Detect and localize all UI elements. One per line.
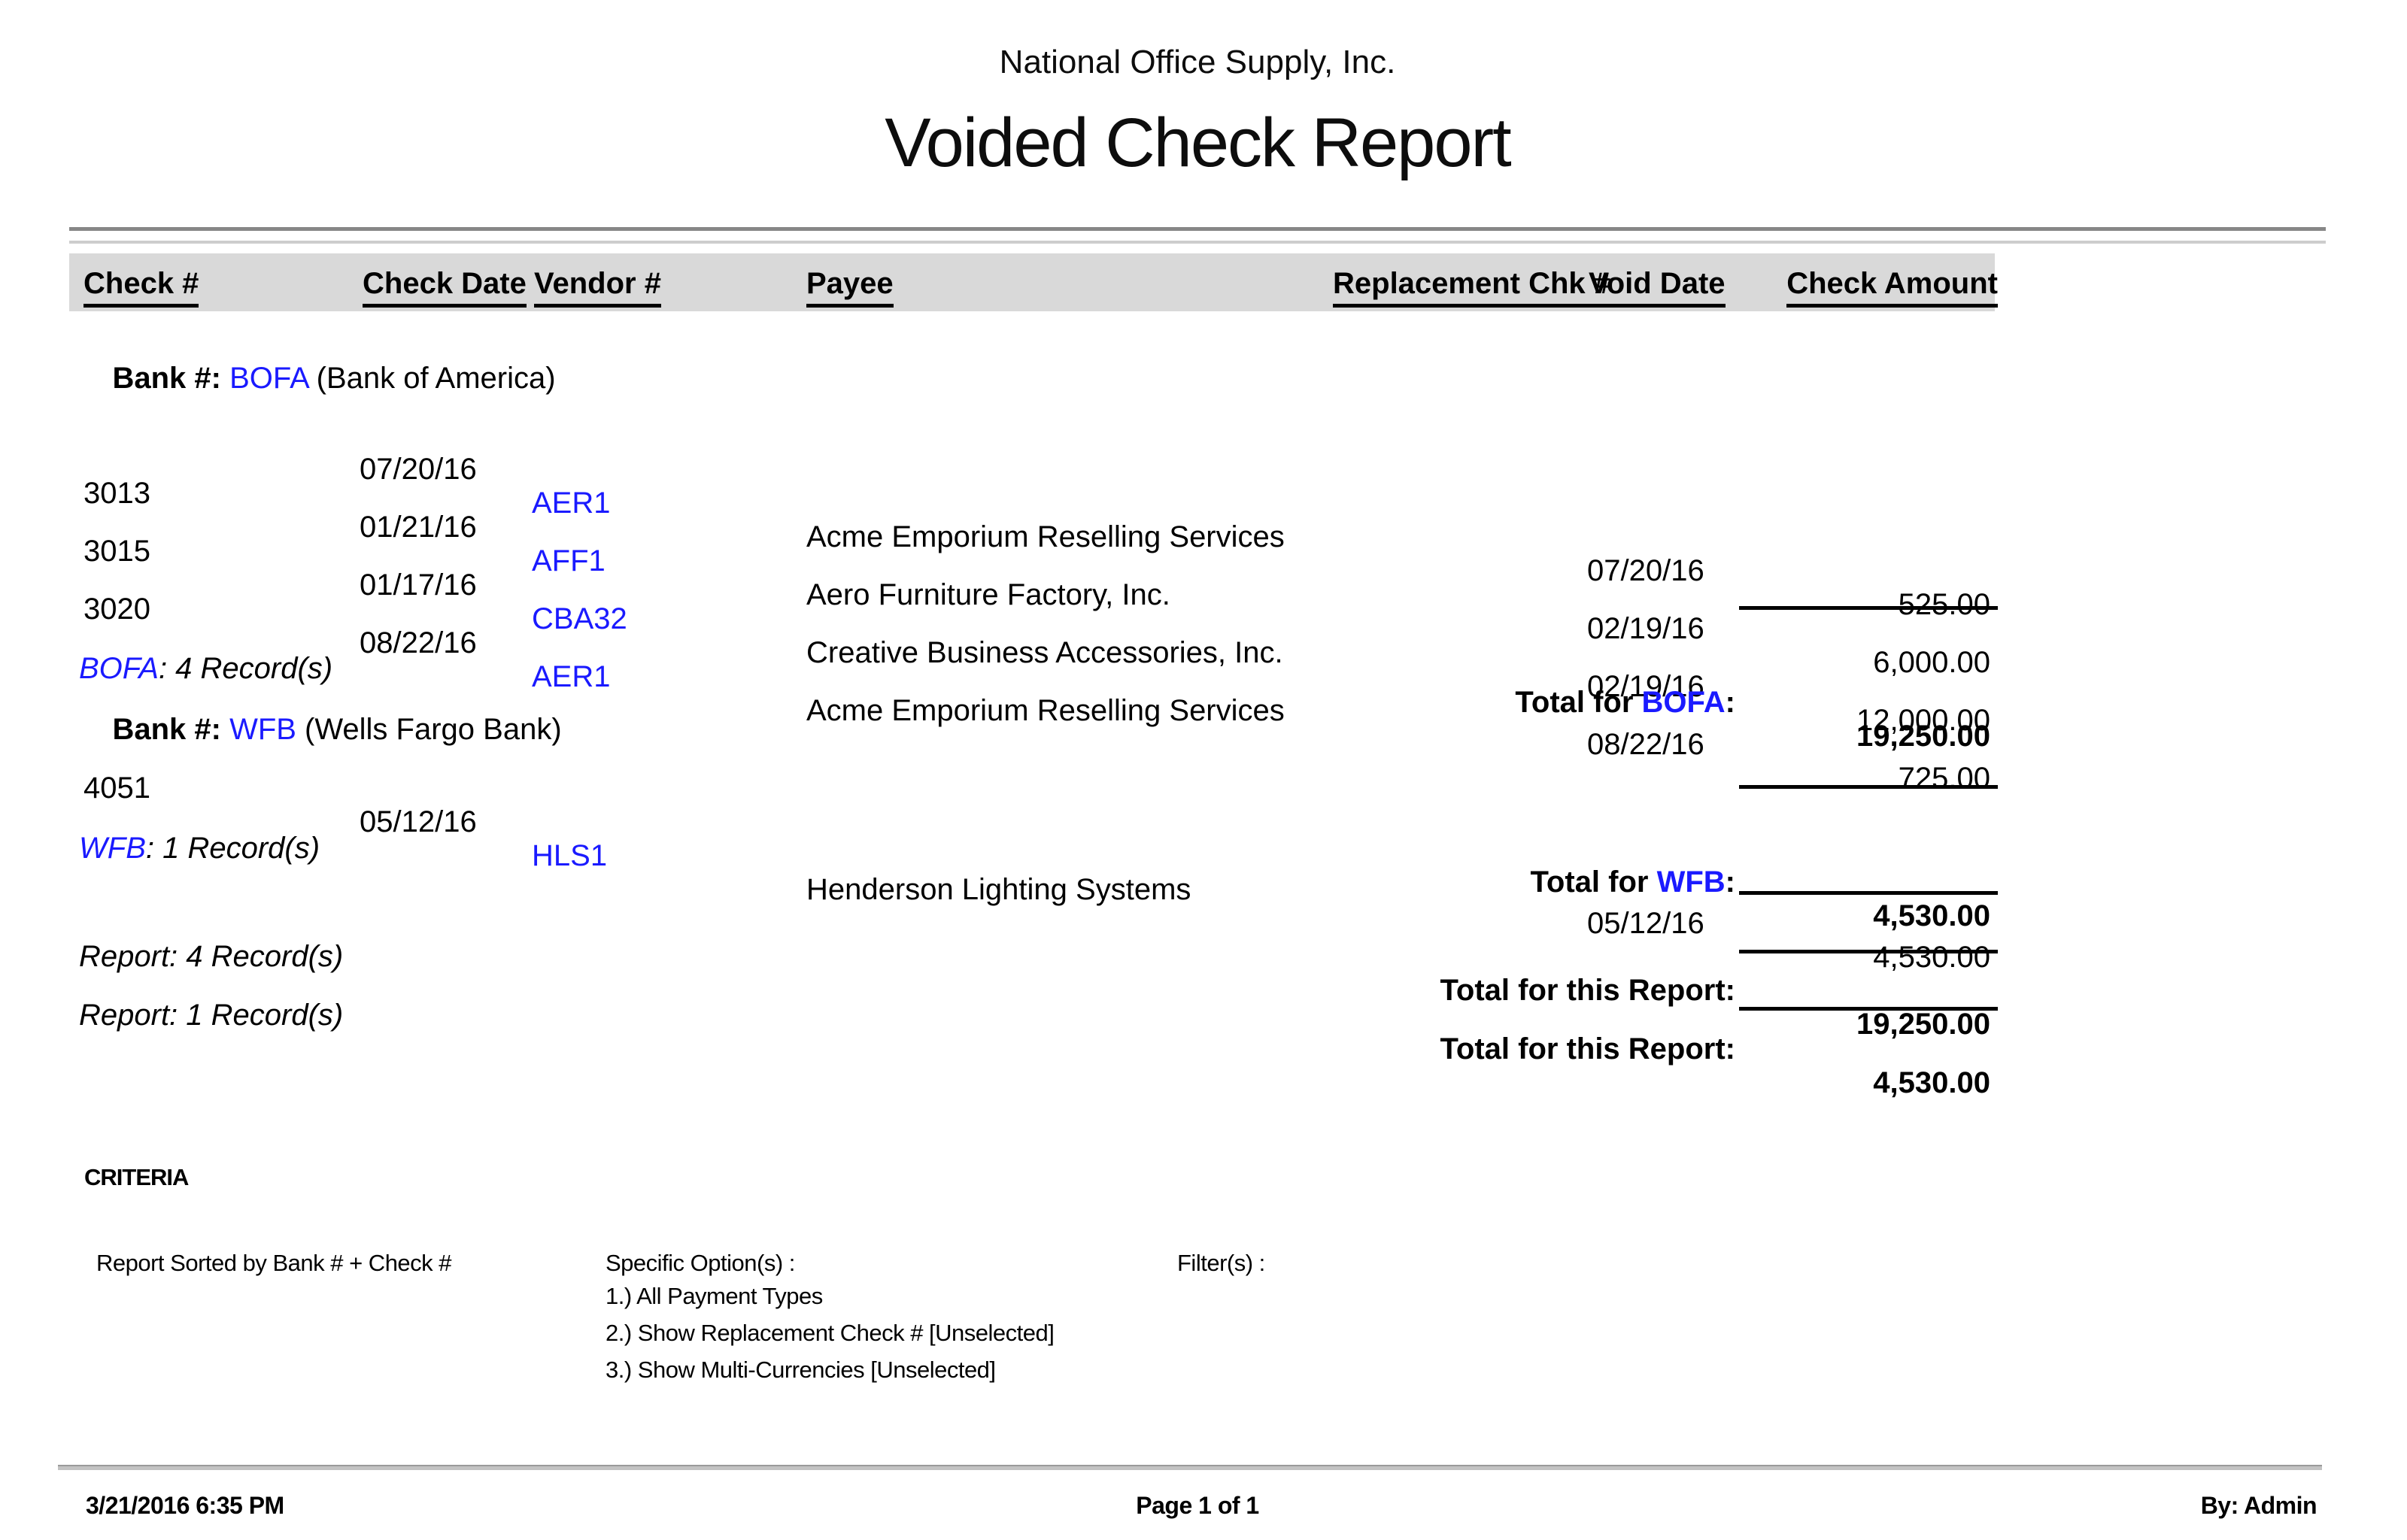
bank-code-wfb: WFB (79, 832, 146, 865)
total-for-text: Total for (1515, 686, 1641, 719)
footer-page-number: Page 1 of 1 (69, 1492, 2326, 1520)
report-total-rule-bottom (1739, 1007, 1998, 1011)
report-total-amount: 4,530.00 (1730, 1066, 1990, 1100)
header-rule-light (69, 241, 2326, 244)
criteria-option-1: 1.) All Payment Types (606, 1283, 823, 1310)
table-row: 07/20/16 AER1 Acme Emporium Reselling Se… (0, 385, 2407, 424)
criteria-sorted-by: Report Sorted by Bank # + Check # (96, 1250, 451, 1277)
report-total-row: Report: 4 Record(s) Total for this Repor… (0, 906, 2407, 945)
total-for-text: Total for (1530, 865, 1656, 899)
table-row: 4051 05/12/16 HLS1 Henderson Lighting Sy… (0, 738, 2407, 777)
criteria-options-label: Specific Option(s) : (606, 1250, 795, 1277)
footer-user: By: Admin (2201, 1492, 2317, 1520)
footer-rule (58, 1465, 2322, 1470)
column-header-payee: Payee (806, 267, 894, 308)
column-header-check-no: Check # (83, 267, 199, 308)
cell-payee: Acme Emporium Reselling Services (806, 694, 1285, 728)
company-name: National Office Supply, Inc. (69, 44, 2326, 81)
report-total-amount: 19,250.00 (1730, 1008, 1990, 1041)
column-header-check-date: Check Date (363, 267, 527, 308)
report-total-label: Total for this Report: (1440, 1032, 1735, 1066)
subtotal-label: Total for WFB: (1530, 865, 1735, 899)
report-total-rule-middle (1739, 950, 1998, 953)
criteria-filters-label: Filter(s) : (1177, 1250, 1265, 1277)
colon: : (1726, 865, 1735, 899)
column-header-check-amount: Check Amount (1786, 267, 1998, 308)
table-row: 3020 08/22/16 AER1 Acme Emporium Reselli… (0, 559, 2407, 598)
subtotal-rule-bofa (1739, 606, 1998, 610)
report-total-rule-top (1739, 891, 1998, 895)
criteria-heading: CRITERIA (84, 1164, 188, 1191)
bank-code-bofa: BOFA (1642, 686, 1726, 719)
group-record-count: WFB: 1 Record(s) (79, 832, 320, 865)
cell-vendor-no-link[interactable]: HLS1 (532, 839, 607, 873)
subtotal-label: Total for BOFA: (1515, 686, 1735, 720)
criteria-option-2: 2.) Show Replacement Check # [Unselected… (606, 1320, 1054, 1347)
subtotal-row-bofa: BOFA: 4 Record(s) Total for BOFA: 19,250… (0, 618, 2407, 657)
bank-code-wfb: WFB (1657, 865, 1726, 899)
record-count-text: : 1 Record(s) (146, 832, 320, 865)
subtotal-row-wfb: WFB: 1 Record(s) Total for WFB: 4,530.00 (0, 798, 2407, 837)
table-row: 3015 01/17/16 CBA32 Creative Business Ac… (0, 501, 2407, 540)
voided-check-report-page: National Office Supply, Inc. Voided Chec… (0, 0, 2407, 1540)
subtotal-rule-wfb (1739, 785, 1998, 789)
column-header-replacement-chk: Replacement Chk # (1333, 267, 1610, 308)
cell-payee: Henderson Lighting Systems (806, 873, 1191, 907)
criteria-option-3: 3.) Show Multi-Currencies [Unselected] (606, 1357, 996, 1384)
column-header-vendor-no: Vendor # (534, 267, 661, 308)
page-title: Voided Check Report (69, 104, 2326, 183)
table-row: 3013 01/21/16 AFF1 Aero Furniture Factor… (0, 443, 2407, 482)
colon: : (1726, 686, 1735, 719)
report-record-count: Report: 1 Record(s) (79, 999, 343, 1032)
header-rule-dark (69, 227, 2326, 231)
report-total-row: Report: 1 Record(s) Total for this Repor… (0, 965, 2407, 1004)
column-header-void-date: Void Date (1589, 267, 1726, 308)
